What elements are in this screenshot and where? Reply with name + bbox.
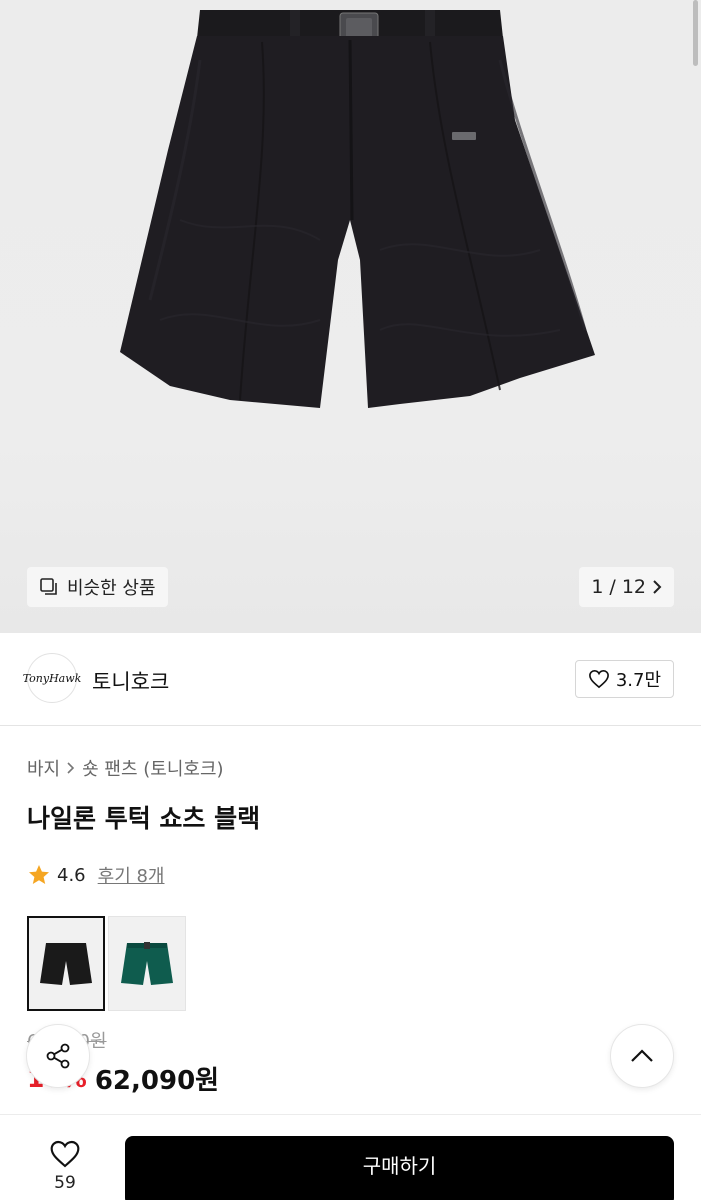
shorts-thumbnail-black [40, 942, 92, 985]
breadcrumb-category[interactable]: 바지 [27, 755, 60, 781]
product-image [120, 10, 595, 408]
wishlist-count: 59 [54, 1173, 76, 1193]
pager-current: 1 [591, 576, 604, 598]
chevron-right-icon [653, 580, 662, 594]
brand-like-count: 3.7만 [615, 670, 661, 691]
share-icon [46, 1043, 70, 1069]
similar-products-label: 비슷한 상품 [67, 578, 156, 599]
brand-row: TonyHawk 토니호크 3.7만 [0, 633, 701, 726]
image-pager[interactable]: 1 / 12 [579, 567, 674, 607]
swatch-green[interactable] [108, 916, 186, 1011]
brand-logo-text: TonyHawk [22, 671, 82, 685]
breadcrumb-subcategory[interactable]: 숏 팬츠 (토니호크) [82, 755, 223, 781]
rating-score: 4.6 [57, 864, 86, 886]
color-swatches [27, 916, 186, 1011]
share-button[interactable] [26, 1024, 90, 1088]
bottom-action-bar: 59 구매하기 [0, 1114, 701, 1200]
sale-price: 62,090원 [94, 1066, 220, 1096]
buy-button[interactable]: 구매하기 [125, 1136, 674, 1200]
similar-products-button[interactable]: 비슷한 상품 [27, 567, 168, 607]
similar-icon [40, 578, 57, 595]
chevron-up-icon [631, 1049, 653, 1062]
scroll-top-button[interactable] [610, 1024, 674, 1088]
pager-separator: / [609, 576, 616, 598]
wishlist-button[interactable]: 59 [40, 1139, 90, 1193]
swatch-black[interactable] [27, 916, 105, 1011]
product-image-carousel[interactable]: 비슷한 상품 1 / 12 [0, 0, 701, 633]
chevron-right-icon [67, 762, 75, 774]
brand-name[interactable]: 토니호크 [92, 666, 169, 696]
product-title: 나일론 투턱 쇼츠 블랙 [27, 804, 261, 833]
heart-icon [588, 669, 609, 689]
heart-icon [50, 1140, 80, 1168]
star-icon [29, 865, 49, 884]
rating: 4.6 후기 8개 [27, 862, 165, 888]
reviews-link[interactable]: 후기 8개 [98, 862, 165, 888]
brand-like-button[interactable]: 3.7만 [574, 660, 674, 698]
breadcrumb: 바지 숏 팬츠 (토니호크) [27, 755, 224, 781]
scrollbar[interactable] [693, 0, 698, 66]
brand-logo[interactable]: TonyHawk [23, 653, 81, 703]
shorts-thumbnail-green [121, 941, 173, 985]
pager-total: 12 [621, 576, 646, 598]
